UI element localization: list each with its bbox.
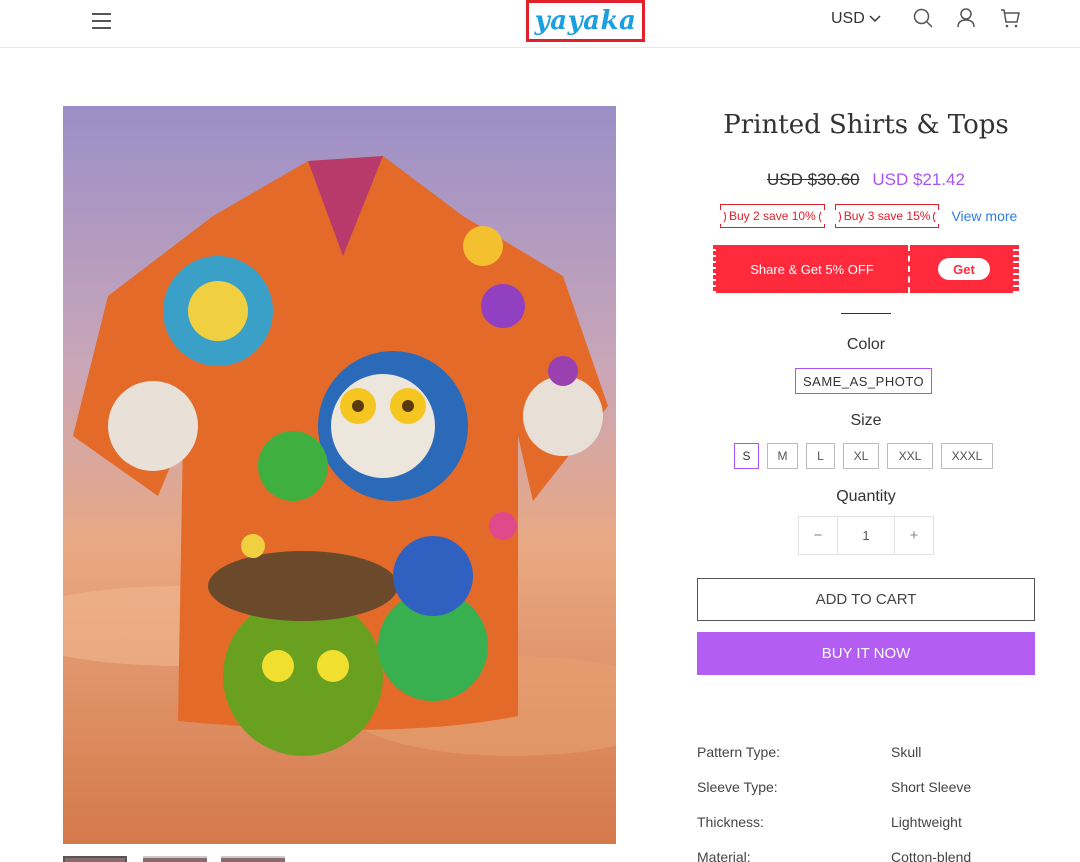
spec-value: Short Sleeve bbox=[891, 779, 972, 795]
spec-row: Pattern Type: Skull bbox=[697, 744, 1037, 779]
spec-key: Pattern Type: bbox=[697, 744, 781, 760]
site-header: yayaka USD bbox=[0, 0, 1080, 48]
size-option-s[interactable]: S bbox=[734, 443, 759, 469]
promo-tags: Buy 2 save 10% Buy 3 save 15% View more bbox=[716, 204, 1017, 228]
quantity-input[interactable]: 1 bbox=[837, 517, 895, 554]
spec-value: Lightweight bbox=[891, 814, 962, 830]
size-options: S M L XL XXL XXXL bbox=[734, 443, 1001, 469]
add-to-cart-button[interactable]: ADD TO CART bbox=[697, 578, 1035, 621]
spec-key: Sleeve Type: bbox=[697, 779, 778, 795]
view-more-link[interactable]: View more bbox=[951, 208, 1017, 224]
spec-row: Sleeve Type: Short Sleeve bbox=[697, 779, 1037, 814]
quantity-label: Quantity bbox=[836, 488, 896, 505]
spec-value: Cotton-blend bbox=[891, 849, 972, 862]
promo-tag: Buy 2 save 10% bbox=[716, 204, 829, 228]
size-option-m[interactable]: M bbox=[767, 443, 798, 469]
spec-row: Thickness: Lightweight bbox=[697, 814, 1037, 849]
price-block: USD $30.60 USD $21.42 bbox=[697, 170, 1035, 190]
size-label: Size bbox=[850, 412, 882, 429]
quantity-stepper: − 1 + bbox=[798, 516, 934, 555]
original-price: USD $30.60 bbox=[767, 170, 860, 189]
site-logo[interactable]: yayaka bbox=[526, 0, 645, 42]
thumbnail-1[interactable] bbox=[63, 856, 127, 862]
quantity-increase-button[interactable]: + bbox=[895, 517, 933, 554]
color-label: Color bbox=[846, 336, 886, 353]
size-option-xl[interactable]: XL bbox=[843, 443, 879, 469]
spec-row: Material: Cotton-blend bbox=[697, 849, 1037, 862]
currency-label: USD bbox=[831, 10, 865, 27]
coupon-action: Get bbox=[912, 245, 1016, 293]
spec-key: Thickness: bbox=[697, 814, 764, 830]
thumbnail-3[interactable] bbox=[221, 856, 285, 862]
size-option-xxl[interactable]: XXL bbox=[887, 443, 933, 469]
cart-icon[interactable] bbox=[998, 6, 1022, 30]
menu-icon[interactable] bbox=[90, 10, 114, 32]
logo-text: yayaka bbox=[534, 6, 637, 36]
product-specs: Pattern Type: Skull Sleeve Type: Short S… bbox=[697, 744, 1037, 862]
sale-price: USD $21.42 bbox=[872, 170, 965, 189]
coupon-text: Share & Get 5% OFF bbox=[716, 245, 908, 293]
share-coupon: Share & Get 5% OFF Get bbox=[713, 245, 1019, 293]
search-icon[interactable] bbox=[911, 6, 935, 30]
coupon-edge bbox=[1013, 245, 1019, 293]
product-main-image[interactable] bbox=[63, 106, 616, 844]
spec-value: Skull bbox=[891, 744, 922, 760]
product-title: Printed Shirts & Tops bbox=[723, 110, 1009, 140]
size-option-xxxl[interactable]: XXXL bbox=[941, 443, 993, 469]
quantity-decrease-button[interactable]: − bbox=[799, 517, 837, 554]
size-option-l[interactable]: L bbox=[806, 443, 835, 469]
chevron-down-icon bbox=[869, 15, 881, 23]
color-option-same-as-photo[interactable]: SAME_AS_PHOTO bbox=[795, 368, 933, 394]
get-coupon-button[interactable]: Get bbox=[938, 258, 990, 280]
buy-it-now-button[interactable]: BUY IT NOW bbox=[697, 632, 1035, 675]
spec-key: Material: bbox=[697, 849, 751, 862]
user-icon[interactable] bbox=[954, 6, 978, 30]
thumbnail-2[interactable] bbox=[143, 856, 207, 862]
promo-tag: Buy 3 save 15% bbox=[830, 204, 944, 228]
currency-selector[interactable]: USD bbox=[831, 10, 881, 28]
divider bbox=[841, 313, 891, 314]
